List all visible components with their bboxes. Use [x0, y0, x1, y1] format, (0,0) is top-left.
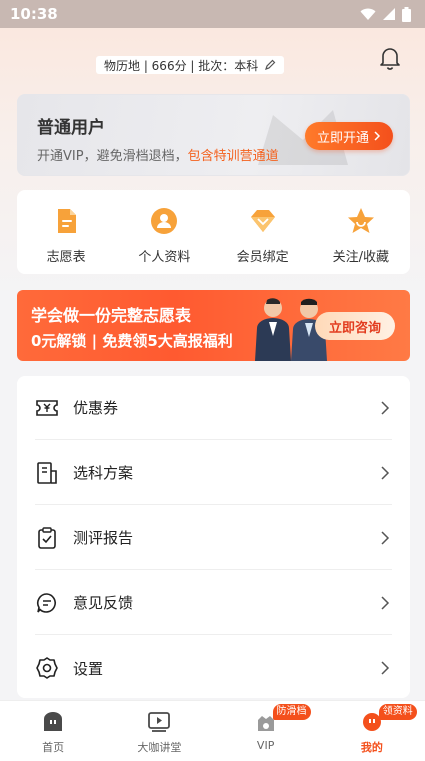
- presenter-image: [255, 298, 291, 361]
- document-icon: [58, 209, 77, 233]
- banner-subline: 0元解锁 | 免费领5大高报福利: [31, 332, 233, 350]
- open-vip-label: 立即开通: [316, 130, 369, 146]
- quick-action-profile[interactable]: 个人资料: [115, 190, 213, 274]
- tab-label: VIP: [256, 739, 275, 752]
- edit-icon[interactable]: [264, 59, 276, 71]
- status-icons: [360, 6, 411, 22]
- star-icon: [347, 208, 374, 233]
- tab-lectures[interactable]: 大咖讲堂: [106, 701, 212, 761]
- member-card[interactable]: 普通用户 开通VIP，避免滑档退档，包含特训营通道 立即开通: [17, 94, 410, 176]
- status-time: 10:38: [10, 5, 58, 23]
- member-description-text: 开通VIP，避免滑档退档，: [37, 149, 188, 164]
- promo-banner[interactable]: 学会做一份完整志愿表 0元解锁 | 免费领5大高报福利 立即咨询: [17, 290, 410, 361]
- menu-item-feedback[interactable]: 意见反馈: [35, 571, 392, 635]
- menu-item-settings[interactable]: 设置: [35, 636, 392, 700]
- quick-action-label: 志愿表: [46, 250, 86, 265]
- coupon-icon: [36, 399, 58, 416]
- menu-item-label: 优惠券: [73, 399, 119, 417]
- quick-action-label: 关注/收藏: [332, 250, 390, 265]
- quick-action-label: 个人资料: [138, 250, 191, 265]
- tab-label: 大咖讲堂: [137, 741, 182, 754]
- feedback-icon: [36, 592, 56, 613]
- menu-item-subject-plan[interactable]: 选科方案: [35, 441, 392, 505]
- tab-label: 首页: [42, 741, 65, 754]
- menu-item-label: 意见反馈: [73, 594, 134, 612]
- chevron-right-icon: [381, 400, 390, 415]
- open-vip-button[interactable]: 立即开通: [305, 122, 393, 150]
- diamond-icon: [250, 210, 275, 232]
- plan-icon: [37, 461, 57, 484]
- chevron-right-icon: [381, 595, 390, 610]
- tab-vip[interactable]: VIP 防滑档: [213, 701, 319, 761]
- tab-home[interactable]: 首页: [0, 701, 106, 761]
- quick-action-label: 会员绑定: [236, 250, 289, 265]
- home-icon: [44, 712, 63, 731]
- member-description-highlight: 包含特训营通道: [187, 149, 279, 164]
- menu-item-coupons[interactable]: 优惠券: [35, 376, 392, 440]
- chevron-right-icon: [374, 131, 381, 141]
- signal-icon: [383, 8, 395, 20]
- profile-summary[interactable]: 物历地 | 666分 | 批次：本科: [96, 56, 285, 74]
- consult-button[interactable]: 立即咨询: [315, 312, 395, 340]
- chevron-right-icon: [381, 530, 390, 545]
- bell-icon[interactable]: [376, 44, 404, 72]
- profile-summary-text: 物历地 | 666分 | 批次：本科: [104, 58, 259, 73]
- status-bar: 10:38: [0, 0, 425, 28]
- menu-item-label: 选科方案: [73, 464, 134, 482]
- settings-menu: 优惠券 选科方案 测评报告 意见反馈 设置: [17, 376, 410, 698]
- quick-action-favorites[interactable]: 关注/收藏: [312, 190, 410, 274]
- tab-label: 我的: [360, 741, 383, 754]
- wifi-icon: [360, 8, 376, 20]
- report-icon: [38, 526, 56, 549]
- menu-item-label: 测评报告: [73, 529, 134, 547]
- quick-actions: 志愿表 个人资料 会员绑定 关注/收藏: [17, 190, 410, 274]
- tab-me[interactable]: 我的 领资料: [319, 701, 425, 761]
- menu-item-assessment-report[interactable]: 测评报告: [35, 506, 392, 570]
- tab-badge-get-materials: 领资料: [378, 704, 417, 720]
- member-description: 开通VIP，避免滑档退档，包含特训营通道: [37, 145, 279, 164]
- chevron-right-icon: [381, 465, 390, 480]
- tab-badge-anti-slip: 防滑档: [272, 704, 311, 720]
- menu-item-label: 设置: [73, 659, 104, 678]
- quick-action-volunteer-form[interactable]: 志愿表: [17, 190, 115, 274]
- chevron-right-icon: [381, 661, 390, 675]
- battery-icon: [402, 6, 411, 22]
- member-level-title: 普通用户: [37, 118, 105, 138]
- gear-icon: [36, 657, 58, 679]
- user-icon: [151, 208, 178, 234]
- bottom-tab-bar: 首页 大咖讲堂 VIP 防滑档 我的 领资料: [0, 700, 425, 761]
- quick-action-membership[interactable]: 会员绑定: [214, 190, 312, 274]
- banner-headline: 学会做一份完整志愿表: [31, 306, 192, 325]
- video-icon: [148, 712, 171, 732]
